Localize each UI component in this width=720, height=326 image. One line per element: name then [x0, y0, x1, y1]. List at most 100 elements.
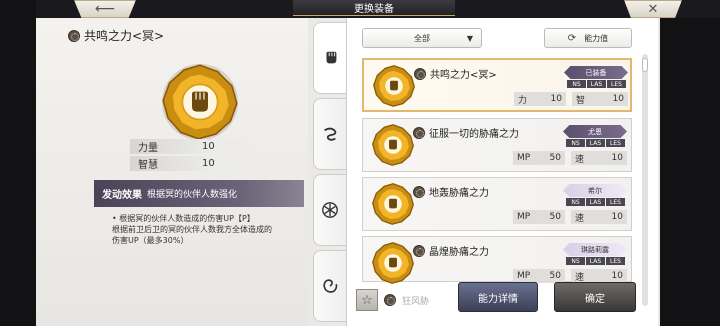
item-stat: 智 10	[572, 92, 628, 106]
attribute-tags: NS LAS LES	[566, 139, 625, 147]
tab-fist[interactable]	[313, 22, 347, 94]
top-bar: ⟵ 更换装备 ✕	[0, 0, 720, 20]
stat-value: 50	[549, 271, 561, 281]
close-button[interactable]: ✕	[624, 0, 682, 18]
fist-icon	[326, 51, 336, 64]
stat-value: 50	[549, 212, 561, 222]
list-item[interactable]: 地轰胁痛之力 希尔 NS LAS LES MP 50 速 10	[362, 177, 632, 231]
stat-label: 智	[576, 95, 586, 106]
attr-tag: NS	[566, 257, 585, 265]
stat-label: 力量	[138, 143, 158, 154]
stat-value: 10	[550, 94, 562, 104]
stat-value: 10	[611, 212, 623, 222]
attr-tag: LES	[606, 139, 625, 147]
list-scrollbar[interactable]	[642, 54, 648, 306]
item-stat: MP 50	[513, 269, 565, 283]
ability-detail-button[interactable]: 能力详情	[458, 282, 538, 312]
tab-snowflake[interactable]	[313, 174, 347, 246]
attr-tag: LAS	[587, 80, 606, 88]
fist-gem-icon	[373, 65, 415, 107]
effect-line: 伤害UP（最多30%）	[112, 236, 189, 245]
sort-button[interactable]: ⟳ 能力值	[544, 28, 632, 48]
attr-tag: NS	[566, 198, 585, 206]
item-name-row: 地轰胁痛之力	[413, 184, 489, 199]
owner-badge: 琪路莉露	[563, 243, 627, 256]
item-stat: 速 10	[571, 210, 627, 224]
effect-line: • 根据冥的伙伴人数造成的伤害UP【P】	[112, 214, 255, 223]
filter-selected: 全部	[414, 33, 430, 43]
confirm-button[interactable]: 确定	[554, 282, 636, 312]
attribute-tags: NS LAS LES	[566, 198, 625, 206]
swirl-icon	[324, 127, 337, 141]
attr-tag: LES	[606, 257, 625, 265]
list-item[interactable]: 共鸣之力<冥> 已装备 NS LAS LES 力 10 智 10	[362, 58, 632, 112]
fist-gem-icon	[372, 124, 414, 166]
attr-tag: LAS	[586, 257, 605, 265]
owner-badge: 尤恩	[563, 125, 627, 138]
list-item[interactable]: 晶煌胁痛之力 琪路莉露 NS LAS LES MP 50 速 10	[362, 236, 632, 284]
snowflake-icon	[322, 202, 338, 218]
stat-label: 速	[575, 213, 585, 224]
stat-value: 10	[202, 141, 215, 152]
effect-description: • 根据冥的伙伴人数造成的伤害UP【P】 根据前卫后卫的冥的伙伴人数我方全体造成…	[112, 213, 298, 246]
stat-label: 速	[575, 154, 585, 165]
owner-badge: 希尔	[563, 184, 627, 197]
item-name: 晶煌胁痛之力	[429, 247, 489, 258]
stat-label: 智慧	[138, 160, 158, 171]
attribute-tags: NS LAS LES	[566, 257, 625, 265]
item-name: 地轰胁痛之力	[429, 188, 489, 199]
filter-dropdown[interactable]: 全部 ▼	[362, 28, 482, 48]
stat-row-wisdom: 智慧 10	[130, 156, 270, 171]
item-stat: 力 10	[514, 92, 566, 106]
stat-label: 力	[518, 95, 528, 106]
spiral-icon	[323, 279, 338, 293]
element-coin-icon	[413, 185, 425, 198]
stat-value: 10	[611, 153, 623, 163]
item-name-row: 共鸣之力<冥>	[414, 66, 497, 81]
stat-value: 10	[202, 158, 215, 169]
page-title: 更换装备	[354, 4, 394, 15]
attr-tag: LES	[606, 198, 625, 206]
list-item[interactable]: 征服一切的胁痛之力 尤恩 NS LAS LES MP 50 速 10	[362, 118, 632, 172]
arrow-left-icon: ⟵	[94, 1, 116, 17]
attr-tag: LAS	[586, 198, 605, 206]
favorite-star-button[interactable]: ☆	[356, 289, 378, 311]
tab-spiral[interactable]	[313, 250, 347, 322]
fist-gem-icon	[162, 63, 238, 140]
attr-tag: LAS	[586, 139, 605, 147]
element-coin-icon	[68, 29, 80, 42]
fist-gem-icon	[372, 242, 414, 284]
effect-header: 发动效果 根据冥的伙伴人数强化	[94, 180, 304, 207]
close-x-icon: ✕	[647, 1, 659, 17]
item-stat: 速 10	[571, 151, 627, 165]
back-button[interactable]: ⟵	[74, 0, 136, 18]
stat-label: MP	[517, 153, 531, 163]
item-name: 征服一切的胁痛之力	[429, 129, 519, 140]
stat-value: 10	[612, 94, 624, 104]
detail-item-name: 共鸣之力<冥>	[84, 29, 165, 43]
stat-label: MP	[517, 212, 531, 222]
right-margin	[660, 18, 720, 326]
attr-tag: NS	[566, 139, 585, 147]
detail-title: 共鸣之力<冥>	[68, 27, 164, 44]
element-coin-icon	[413, 244, 425, 257]
refresh-icon: ⟳	[567, 32, 577, 44]
item-stat: MP 50	[513, 151, 565, 165]
item-name-row: 征服一切的胁痛之力	[413, 125, 519, 140]
element-coin-icon	[413, 126, 425, 139]
equip-status-badge: 已装备	[564, 66, 628, 79]
element-coin-icon	[384, 294, 396, 306]
item-stat: MP 50	[513, 210, 565, 224]
scroll-thumb[interactable]	[642, 58, 648, 72]
left-margin	[0, 0, 36, 326]
tab-swirl[interactable]	[313, 98, 347, 170]
item-name-row: 晶煌胁痛之力	[413, 243, 489, 258]
effect-summary: 根据冥的伙伴人数强化	[147, 190, 238, 200]
effect-label: 发动效果	[102, 190, 142, 201]
item-name: 共鸣之力<冥>	[430, 70, 497, 81]
stat-label: 速	[575, 272, 585, 283]
stat-row-strength: 力量 10	[130, 139, 270, 154]
detail-stats: 力量 10 智慧 10	[130, 139, 270, 173]
item-stat: 速 10	[571, 269, 627, 283]
attribute-tags: NS LAS LES	[567, 80, 626, 88]
